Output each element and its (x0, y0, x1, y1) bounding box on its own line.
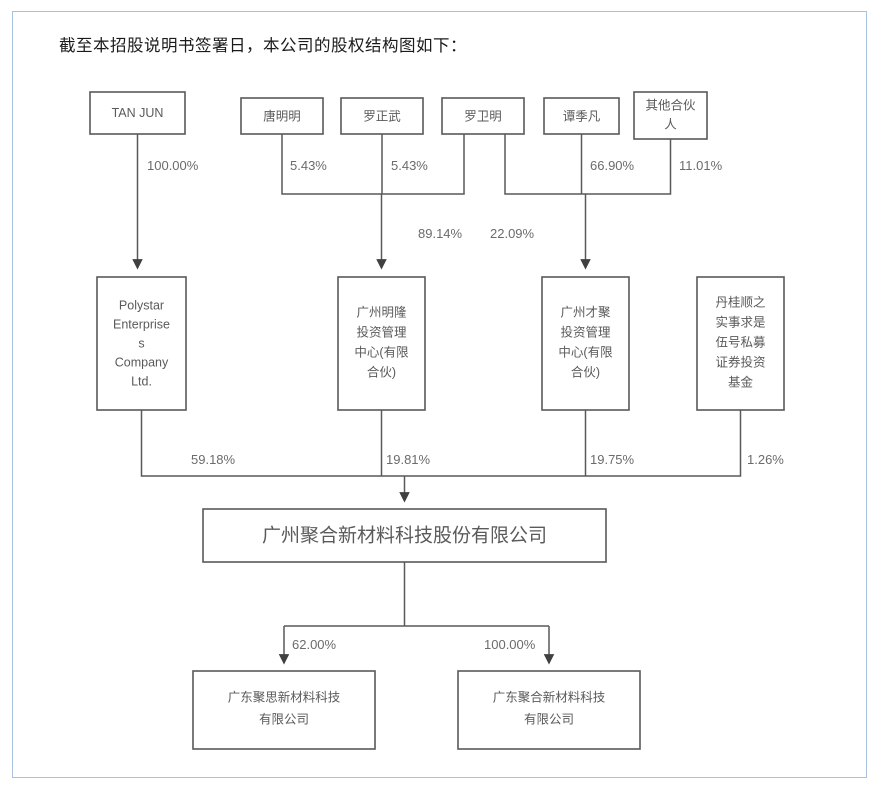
node-guangdong-juhe[interactable]: 广东聚合新材料科技 有限公司 (457, 670, 641, 750)
node-juhe-line2: 有限公司 (524, 712, 574, 726)
node-guangzhou-minglong[interactable]: 广州明隆 投资管理 中心(有限 合伙) (337, 276, 426, 411)
pct-caiju-in: 22.09% (490, 226, 535, 241)
edge-dangui-bus (404, 410, 742, 477)
node-luo-zhengwu-label: 罗正武 (363, 109, 401, 123)
pct-polystar-issuer: 59.18% (191, 452, 236, 467)
node-tan-jun-label: TAN JUN (112, 106, 164, 120)
node-issuer[interactable]: 广州聚合新材料科技股份有限公司 (202, 508, 607, 563)
node-other-partners-label-line2: 人 (664, 117, 677, 131)
node-guangdong-jusi[interactable]: 广东聚思新材料科技 有限公司 (192, 670, 376, 750)
node-jusi-line2: 有限公司 (259, 712, 309, 726)
node-minglong-line4: 合伙) (367, 364, 396, 379)
pct-dangui-issuer: 1.26% (747, 452, 784, 467)
node-luo-weiming[interactable]: 罗卫明 (441, 97, 525, 135)
node-caiju-line3: 中心(有限 (558, 344, 613, 359)
equity-structure-diagram: TAN JUN 唐明明 罗正武 罗卫明 谭季凡 其他合伙 人 Polystar … (89, 91, 785, 750)
pct-issuer-jusi: 62.00% (292, 637, 337, 652)
pct-tanjifan: 66.90% (590, 158, 635, 173)
node-minglong-line1: 广州明隆 (356, 304, 407, 319)
node-tang-mingming-label: 唐明明 (263, 108, 301, 123)
tier4-subsidiaries: 广东聚思新材料科技 有限公司 广东聚合新材料科技 有限公司 (192, 670, 641, 750)
node-guangzhou-caiju[interactable]: 广州才聚 投资管理 中心(有限 合伙) (541, 276, 630, 411)
node-jusi-line1: 广东聚思新材料科技 (228, 689, 341, 704)
pct-issuer-juhe: 100.00% (484, 637, 536, 652)
node-polystar-line5: Ltd. (131, 374, 152, 388)
node-caiju-line4: 合伙) (571, 364, 600, 379)
node-polystar-line2: Enterprise (113, 317, 170, 331)
pct-tanjun-polystar: 100.00% (147, 158, 199, 173)
percent-labels: 100.00% 5.43% 5.43% 89.14% 22.09% 66.90%… (147, 158, 784, 652)
node-minglong-line2: 投资管理 (356, 324, 407, 339)
node-dangui-line5: 基金 (728, 374, 754, 389)
pct-otherpartners: 11.01% (679, 158, 723, 173)
edge-polystar-bus (140, 410, 405, 477)
tier2-holdings: Polystar Enterprise s Company Ltd. 广州明隆 … (96, 276, 785, 411)
node-dangui-line1: 丹桂顺之 (715, 294, 766, 309)
pct-luozhengwu: 5.43% (391, 158, 428, 173)
node-luo-zhengwu[interactable]: 罗正武 (340, 97, 424, 135)
pct-minglong-issuer: 19.81% (386, 452, 431, 467)
node-tan-jifan-label: 谭季凡 (563, 109, 601, 123)
node-polystar-line4: Company (115, 355, 169, 369)
tier1-shareholders: TAN JUN 唐明明 罗正武 罗卫明 谭季凡 其他合伙 人 (89, 91, 708, 140)
node-juhe-line1: 广东聚合新材料科技 (493, 689, 606, 704)
node-dangui-line4: 证券投资 (715, 354, 765, 369)
pct-minglong-in: 89.14% (418, 226, 463, 241)
connectors-tier1-tier2 (132, 134, 672, 270)
node-minglong-line3: 中心(有限 (354, 344, 409, 359)
pct-tangmingming: 5.43% (290, 158, 327, 173)
node-dangui-fund[interactable]: 丹桂顺之 实事求是 伍号私募 证券投资 基金 (696, 276, 785, 411)
pct-caiju-issuer: 19.75% (590, 452, 635, 467)
node-caiju-line2: 投资管理 (560, 324, 611, 339)
node-tan-jifan[interactable]: 谭季凡 (543, 97, 620, 135)
node-polystar-line1: Polystar (119, 298, 164, 312)
node-issuer-label: 广州聚合新材料科技股份有限公司 (262, 525, 547, 547)
node-dangui-line3: 伍号私募 (715, 335, 766, 349)
node-tang-mingming[interactable]: 唐明明 (240, 97, 324, 135)
node-dangui-line2: 实事求是 (715, 314, 766, 329)
node-tan-jun[interactable]: TAN JUN (89, 91, 186, 135)
node-polystar-line3: s (138, 336, 144, 350)
document-page: 截至本招股说明书签署日，本公司的股权结构图如下： TAN JUN 唐明明 罗正武 (12, 11, 867, 778)
node-caiju-line1: 广州才聚 (560, 305, 611, 319)
edge-luoweiming-to-caiju-bus (504, 134, 586, 195)
node-other-partners-label-line1: 其他合伙 (645, 97, 696, 112)
node-other-partners[interactable]: 其他合伙 人 (633, 91, 708, 140)
node-polystar[interactable]: Polystar Enterprise s Company Ltd. (96, 276, 187, 411)
node-luo-weiming-label: 罗卫明 (464, 109, 502, 123)
